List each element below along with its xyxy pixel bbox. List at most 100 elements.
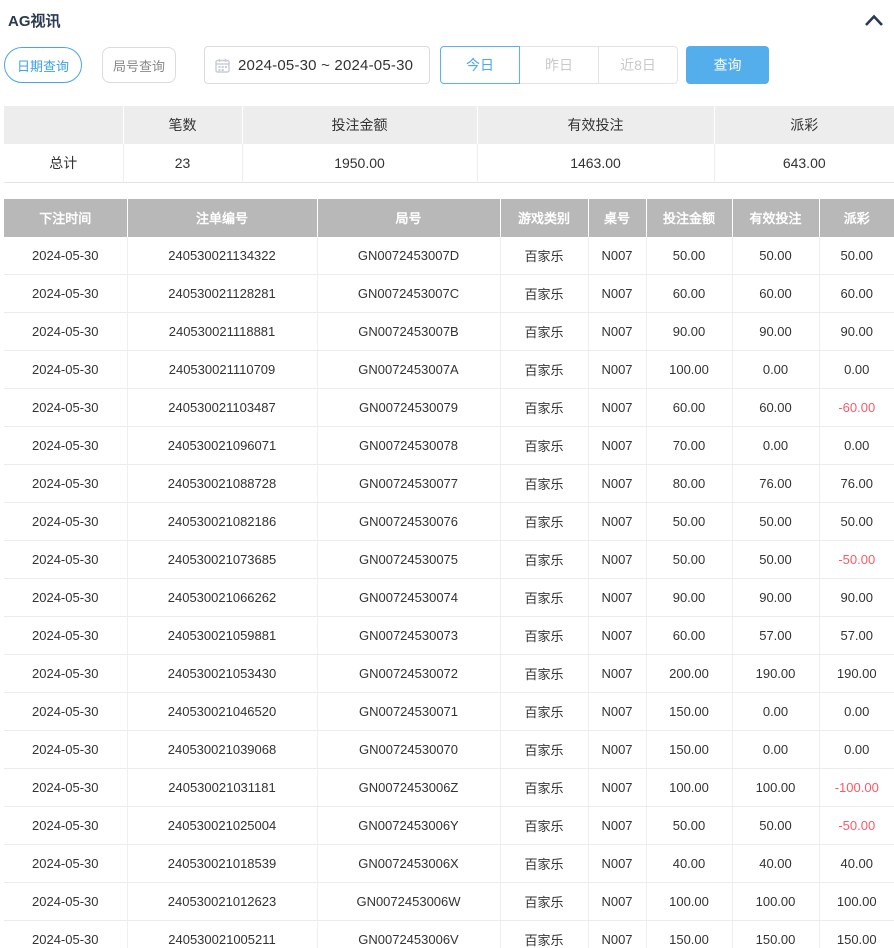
table-number-cell: N007 — [588, 845, 646, 883]
table-row: 2024-05-30240530021012623GN0072453006W百家… — [4, 883, 894, 921]
round-number-cell: GN0072453006X — [317, 845, 500, 883]
date-query-tab[interactable]: 日期查询 — [4, 47, 82, 83]
col-payout: 派彩 — [819, 199, 894, 237]
bet-amount-cell: 40.00 — [646, 845, 732, 883]
payout-cell: 0.00 — [819, 351, 894, 389]
bet-time-cell: 2024-05-30 — [4, 275, 127, 313]
table-number-cell: N007 — [588, 731, 646, 769]
bet-number-cell: 240530021025004 — [127, 807, 317, 845]
bet-amount-cell: 50.00 — [646, 237, 732, 275]
bet-time-cell: 2024-05-30 — [4, 617, 127, 655]
chevron-up-icon — [864, 14, 884, 27]
game-type-cell: 百家乐 — [500, 427, 588, 465]
bet-records-table: 下注时间 注单编号 局号 游戏类别 桌号 投注金额 有效投注 派彩 2024-0… — [4, 199, 894, 948]
table-row: 2024-05-30240530021046520GN00724530071百家… — [4, 693, 894, 731]
payout-cell: 60.00 — [819, 275, 894, 313]
bet-number-cell: 240530021103487 — [127, 389, 317, 427]
summary-total-label: 总计 — [4, 144, 123, 182]
payout-cell: -50.00 — [819, 807, 894, 845]
bet-amount-cell: 100.00 — [646, 769, 732, 807]
summary-table: 笔数 投注金额 有效投注 派彩 总计 23 1950.00 1463.00 64… — [4, 106, 894, 183]
payout-cell: 190.00 — [819, 655, 894, 693]
valid-bet-cell: 60.00 — [732, 389, 819, 427]
round-number-cell: GN00724530074 — [317, 579, 500, 617]
query-button[interactable]: 查询 — [686, 46, 769, 84]
payout-cell: 0.00 — [819, 693, 894, 731]
round-number-cell: GN0072453007A — [317, 351, 500, 389]
panel-header: AG视讯 — [0, 0, 894, 32]
game-type-cell: 百家乐 — [500, 883, 588, 921]
summary-total-bet-amount: 1950.00 — [242, 144, 477, 182]
round-number-cell: GN0072453006W — [317, 883, 500, 921]
bet-amount-cell: 60.00 — [646, 389, 732, 427]
valid-bet-cell: 90.00 — [732, 313, 819, 351]
game-type-cell: 百家乐 — [500, 351, 588, 389]
game-type-cell: 百家乐 — [500, 541, 588, 579]
bet-time-cell: 2024-05-30 — [4, 541, 127, 579]
quick-range-today[interactable]: 今日 — [440, 46, 520, 84]
table-row: 2024-05-30240530021039068GN00724530070百家… — [4, 731, 894, 769]
valid-bet-cell: 40.00 — [732, 845, 819, 883]
bet-amount-cell: 100.00 — [646, 883, 732, 921]
summary-col-valid-bet: 有效投注 — [477, 106, 714, 144]
valid-bet-cell: 50.00 — [732, 807, 819, 845]
payout-cell: 90.00 — [819, 579, 894, 617]
summary-col-blank — [4, 106, 123, 144]
table-row: 2024-05-30240530021134322GN0072453007D百家… — [4, 237, 894, 275]
bet-number-cell: 240530021096071 — [127, 427, 317, 465]
table-row: 2024-05-30240530021082186GN00724530076百家… — [4, 503, 894, 541]
col-table-number: 桌号 — [588, 199, 646, 237]
round-number-cell: GN00724530070 — [317, 731, 500, 769]
game-type-cell: 百家乐 — [500, 845, 588, 883]
table-row: 2024-05-30240530021059881GN00724530073百家… — [4, 617, 894, 655]
game-type-cell: 百家乐 — [500, 579, 588, 617]
date-range-input[interactable]: 2024-05-30 ~ 2024-05-30 — [204, 46, 430, 84]
table-number-cell: N007 — [588, 503, 646, 541]
table-number-cell: N007 — [588, 883, 646, 921]
payout-cell: 76.00 — [819, 465, 894, 503]
payout-cell: 0.00 — [819, 731, 894, 769]
bet-amount-cell: 150.00 — [646, 731, 732, 769]
valid-bet-cell: 0.00 — [732, 731, 819, 769]
table-row: 2024-05-30240530021005211GN0072453006V百家… — [4, 921, 894, 948]
table-row: 2024-05-30240530021110709GN0072453007A百家… — [4, 351, 894, 389]
col-bet-number: 注单编号 — [127, 199, 317, 237]
summary-total-valid-bet: 1463.00 — [477, 144, 714, 182]
table-row: 2024-05-30240530021031181GN0072453006Z百家… — [4, 769, 894, 807]
table-row: 2024-05-30240530021118881GN0072453007B百家… — [4, 313, 894, 351]
table-row: 2024-05-30240530021088728GN00724530077百家… — [4, 465, 894, 503]
valid-bet-cell: 50.00 — [732, 503, 819, 541]
table-number-cell: N007 — [588, 465, 646, 503]
valid-bet-cell: 90.00 — [732, 579, 819, 617]
round-query-tab[interactable]: 局号查询 — [102, 47, 176, 83]
col-game-type: 游戏类别 — [500, 199, 588, 237]
table-row: 2024-05-30240530021128281GN0072453007C百家… — [4, 275, 894, 313]
bet-amount-cell: 50.00 — [646, 807, 732, 845]
quick-range-last8days[interactable]: 近8日 — [598, 46, 678, 84]
table-number-cell: N007 — [588, 655, 646, 693]
collapse-panel-button[interactable] — [864, 14, 884, 27]
round-number-cell: GN00724530079 — [317, 389, 500, 427]
bet-number-cell: 240530021005211 — [127, 921, 317, 948]
round-number-cell: GN00724530072 — [317, 655, 500, 693]
table-number-cell: N007 — [588, 807, 646, 845]
table-row: 2024-05-30240530021018539GN0072453006X百家… — [4, 845, 894, 883]
round-number-cell: GN00724530077 — [317, 465, 500, 503]
date-range-value: 2024-05-30 ~ 2024-05-30 — [238, 57, 413, 74]
table-number-cell: N007 — [588, 275, 646, 313]
round-number-cell: GN00724530075 — [317, 541, 500, 579]
payout-cell: 0.00 — [819, 427, 894, 465]
round-number-cell: GN0072453007B — [317, 313, 500, 351]
round-number-cell: GN0072453006Y — [317, 807, 500, 845]
game-type-cell: 百家乐 — [500, 389, 588, 427]
game-type-cell: 百家乐 — [500, 275, 588, 313]
col-round-number: 局号 — [317, 199, 500, 237]
game-type-cell: 百家乐 — [500, 465, 588, 503]
summary-total-row: 总计 23 1950.00 1463.00 643.00 — [4, 144, 894, 182]
filter-bar: 日期查询 局号查询 2024-05-30 ~ 2024-05-30 今日 昨日 … — [4, 46, 894, 84]
summary-total-payout: 643.00 — [714, 144, 894, 182]
valid-bet-cell: 0.00 — [732, 351, 819, 389]
quick-range-yesterday[interactable]: 昨日 — [519, 46, 599, 84]
table-number-cell: N007 — [588, 389, 646, 427]
valid-bet-cell: 100.00 — [732, 769, 819, 807]
